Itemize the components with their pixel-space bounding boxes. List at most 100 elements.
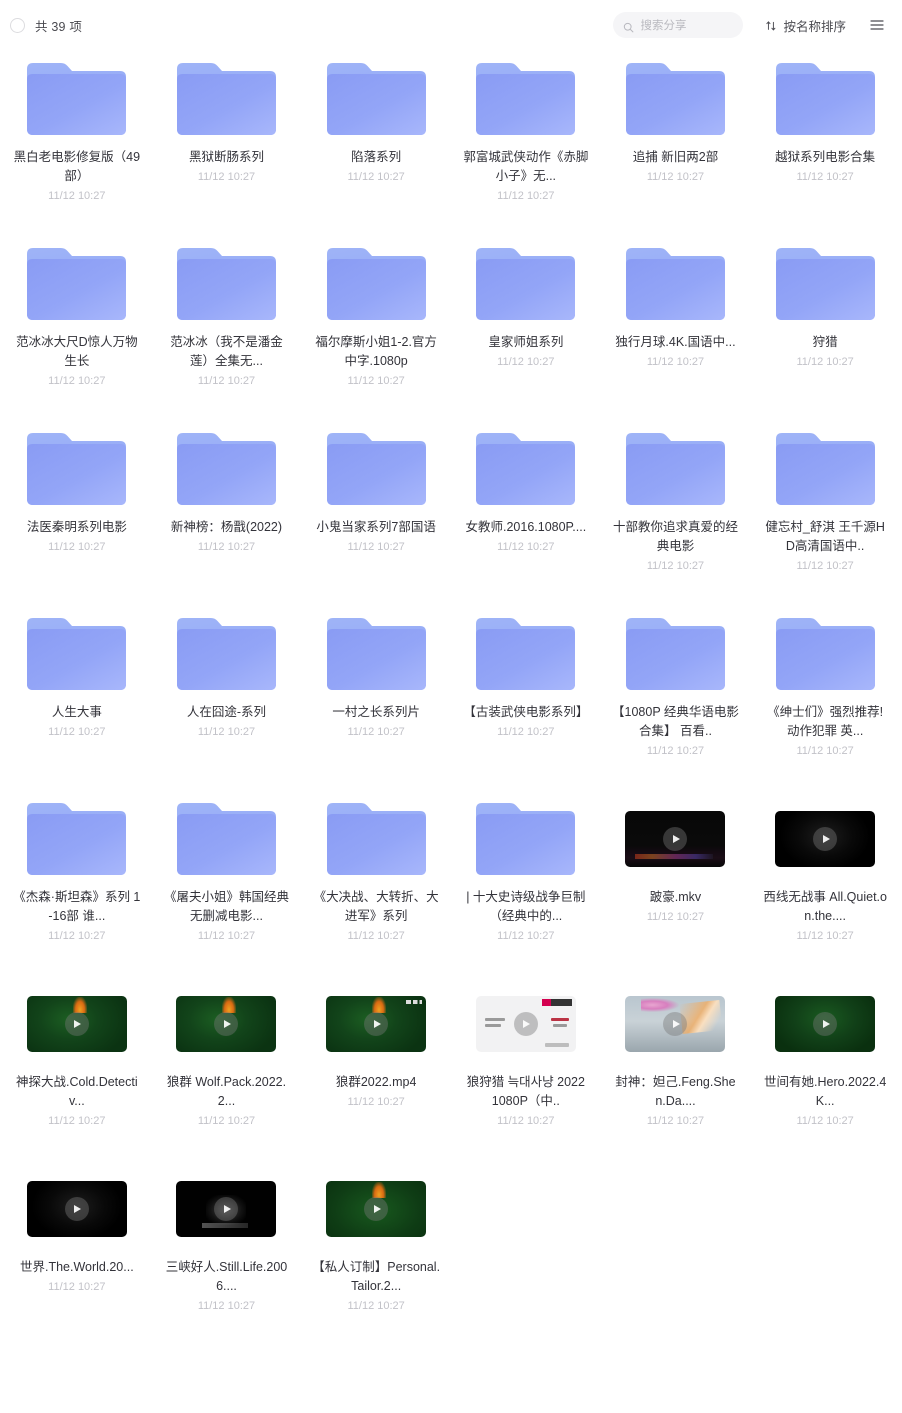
grid-item-folder[interactable]: 独行月球.4K.国语中... 11/12 10:27 bbox=[601, 235, 751, 420]
grid-item-video[interactable]: 狼群2022.mp4 11/12 10:27 bbox=[301, 975, 451, 1160]
play-icon[interactable] bbox=[64, 1197, 89, 1221]
grid-item-folder[interactable]: 人生大事 11/12 10:27 bbox=[2, 605, 152, 790]
video-thumbnail[interactable] bbox=[775, 996, 876, 1052]
item-thumbnail[interactable] bbox=[475, 983, 576, 1065]
grid-item-folder[interactable]: 十部教你追求真爱的经典电影 11/12 10:27 bbox=[601, 420, 751, 605]
grid-item-folder[interactable]: 黑白老电影修复版（49部） 11/12 10:27 bbox=[2, 50, 152, 235]
video-thumbnail[interactable] bbox=[176, 996, 277, 1052]
item-thumbnail[interactable] bbox=[23, 428, 130, 510]
video-thumbnail[interactable] bbox=[475, 996, 576, 1052]
play-icon[interactable] bbox=[813, 827, 838, 851]
item-thumbnail[interactable] bbox=[772, 428, 879, 510]
grid-item-folder[interactable]: 郭富城武侠动作《赤脚小子》无... 11/12 10:27 bbox=[451, 50, 601, 235]
item-thumbnail[interactable] bbox=[176, 983, 277, 1065]
grid-item-video[interactable]: 跛豪.mkv 11/12 10:27 bbox=[601, 790, 751, 975]
grid-item-video[interactable]: 三峡好人.Still.Life.2006.... 11/12 10:27 bbox=[152, 1160, 302, 1345]
item-thumbnail[interactable] bbox=[23, 613, 130, 695]
grid-item-folder[interactable]: 【古装武侠电影系列】 11/12 10:27 bbox=[451, 605, 601, 790]
video-thumbnail[interactable] bbox=[326, 1181, 427, 1237]
sort-control[interactable]: 按名称排序 bbox=[765, 16, 846, 35]
grid-item-video[interactable]: 世间有她.Hero.2022.4K... 11/12 10:27 bbox=[750, 975, 900, 1160]
item-thumbnail[interactable] bbox=[772, 58, 879, 140]
item-thumbnail[interactable] bbox=[23, 798, 130, 880]
item-thumbnail[interactable] bbox=[26, 983, 127, 1065]
play-icon[interactable] bbox=[813, 1012, 838, 1036]
video-thumbnail[interactable] bbox=[775, 811, 876, 867]
grid-item-video[interactable]: 世界.The.World.20... 11/12 10:27 bbox=[2, 1160, 152, 1345]
item-thumbnail[interactable] bbox=[173, 613, 280, 695]
item-thumbnail[interactable] bbox=[622, 243, 729, 325]
play-icon[interactable] bbox=[663, 1012, 688, 1036]
grid-item-folder[interactable]: 人在囧途-系列 11/12 10:27 bbox=[152, 605, 302, 790]
play-icon[interactable] bbox=[364, 1197, 389, 1221]
video-thumbnail[interactable] bbox=[625, 996, 726, 1052]
item-thumbnail[interactable] bbox=[622, 613, 729, 695]
grid-item-video[interactable]: 神探大战.Cold.Detectiv... 11/12 10:27 bbox=[2, 975, 152, 1160]
video-thumbnail[interactable] bbox=[625, 811, 726, 867]
grid-item-folder[interactable]: 范冰冰大尺D惊人万物生长 11/12 10:27 bbox=[2, 235, 152, 420]
grid-item-folder[interactable]: 《绅士们》强烈推荐! 动作犯罪 英... 11/12 10:27 bbox=[750, 605, 900, 790]
grid-item-folder[interactable]: 追捕 新旧两2部 11/12 10:27 bbox=[601, 50, 751, 235]
item-thumbnail[interactable] bbox=[472, 243, 579, 325]
grid-item-folder[interactable]: 范冰冰（我不是潘金莲）全集无... 11/12 10:27 bbox=[152, 235, 302, 420]
select-all-checkbox[interactable] bbox=[10, 17, 25, 33]
play-icon[interactable] bbox=[663, 827, 688, 851]
grid-item-folder[interactable]: 《屠夫小姐》韩国经典无删减电影... 11/12 10:27 bbox=[152, 790, 302, 975]
item-thumbnail[interactable] bbox=[323, 428, 430, 510]
item-thumbnail[interactable] bbox=[472, 428, 579, 510]
item-thumbnail[interactable] bbox=[775, 798, 876, 880]
grid-item-folder[interactable]: 新神榜：杨戬(2022) 11/12 10:27 bbox=[152, 420, 302, 605]
grid-item-video[interactable]: 【私人订制】Personal.Tailor.2... 11/12 10:27 bbox=[301, 1160, 451, 1345]
grid-item-folder[interactable]: 《杰森·斯坦森》系列 1-16部 谁... 11/12 10:27 bbox=[2, 790, 152, 975]
item-thumbnail[interactable] bbox=[625, 983, 726, 1065]
item-thumbnail[interactable] bbox=[772, 243, 879, 325]
item-thumbnail[interactable] bbox=[326, 1168, 427, 1250]
view-mode-toggle[interactable] bbox=[868, 16, 886, 34]
item-thumbnail[interactable] bbox=[176, 1168, 277, 1250]
item-thumbnail[interactable] bbox=[775, 983, 876, 1065]
grid-item-folder[interactable]: 黑狱断肠系列 11/12 10:27 bbox=[152, 50, 302, 235]
grid-item-folder[interactable]: 陷落系列 11/12 10:27 bbox=[301, 50, 451, 235]
video-thumbnail[interactable] bbox=[326, 996, 427, 1052]
grid-item-folder[interactable]: 女教师.2016.1080P.... 11/12 10:27 bbox=[451, 420, 601, 605]
item-thumbnail[interactable] bbox=[23, 58, 130, 140]
item-thumbnail[interactable] bbox=[472, 798, 579, 880]
video-thumbnail[interactable] bbox=[26, 1181, 127, 1237]
grid-item-folder[interactable]: 一村之长系列片 11/12 10:27 bbox=[301, 605, 451, 790]
item-thumbnail[interactable] bbox=[323, 798, 430, 880]
play-icon[interactable] bbox=[513, 1012, 538, 1036]
grid-item-folder[interactable]: 《大决战、大转折、大进军》系列 11/12 10:27 bbox=[301, 790, 451, 975]
item-thumbnail[interactable] bbox=[23, 243, 130, 325]
grid-item-folder[interactable]: 福尔摩斯小姐1-2.官方中字.1080p 11/12 10:27 bbox=[301, 235, 451, 420]
item-thumbnail[interactable] bbox=[625, 798, 726, 880]
grid-item-folder[interactable]: 法医秦明系列电影 11/12 10:27 bbox=[2, 420, 152, 605]
item-thumbnail[interactable] bbox=[622, 428, 729, 510]
item-thumbnail[interactable] bbox=[622, 58, 729, 140]
item-thumbnail[interactable] bbox=[173, 798, 280, 880]
item-thumbnail[interactable] bbox=[326, 983, 427, 1065]
item-thumbnail[interactable] bbox=[772, 613, 879, 695]
grid-item-video[interactable]: 封神：妲己.Feng.Shen.Da.... 11/12 10:27 bbox=[601, 975, 751, 1160]
item-thumbnail[interactable] bbox=[173, 58, 280, 140]
grid-item-folder[interactable]: 狩猎 11/12 10:27 bbox=[750, 235, 900, 420]
play-icon[interactable] bbox=[214, 1197, 239, 1221]
grid-item-folder[interactable]: 【1080P 经典华语电影合集】 百看.. 11/12 10:27 bbox=[601, 605, 751, 790]
item-thumbnail[interactable] bbox=[26, 1168, 127, 1250]
item-thumbnail[interactable] bbox=[323, 58, 430, 140]
item-thumbnail[interactable] bbox=[323, 243, 430, 325]
grid-item-folder[interactable]: 皇家师姐系列 11/12 10:27 bbox=[451, 235, 601, 420]
play-icon[interactable] bbox=[64, 1012, 89, 1036]
grid-item-folder[interactable]: 越狱系列电影合集 11/12 10:27 bbox=[750, 50, 900, 235]
grid-item-video[interactable]: 狼狩猎 늑대사냥 2022 1080P（中.. 11/12 10:27 bbox=[451, 975, 601, 1160]
search-input[interactable]: 搜索分享 bbox=[613, 12, 744, 38]
item-thumbnail[interactable] bbox=[472, 58, 579, 140]
grid-item-folder[interactable]: 健忘村_舒淇 王千源HD高清国语中.. 11/12 10:27 bbox=[750, 420, 900, 605]
play-icon[interactable] bbox=[214, 1012, 239, 1036]
item-thumbnail[interactable] bbox=[472, 613, 579, 695]
video-thumbnail[interactable] bbox=[176, 1181, 277, 1237]
video-thumbnail[interactable] bbox=[26, 996, 127, 1052]
grid-item-folder[interactable]: 小鬼当家系列7部国语 11/12 10:27 bbox=[301, 420, 451, 605]
grid-item-video[interactable]: 西线无战事 All.Quiet.on.the.... 11/12 10:27 bbox=[750, 790, 900, 975]
grid-item-video[interactable]: 狼群 Wolf.Pack.2022.2... 11/12 10:27 bbox=[152, 975, 302, 1160]
grid-item-folder[interactable]: | 十大史诗级战争巨制（经典中的... 11/12 10:27 bbox=[451, 790, 601, 975]
